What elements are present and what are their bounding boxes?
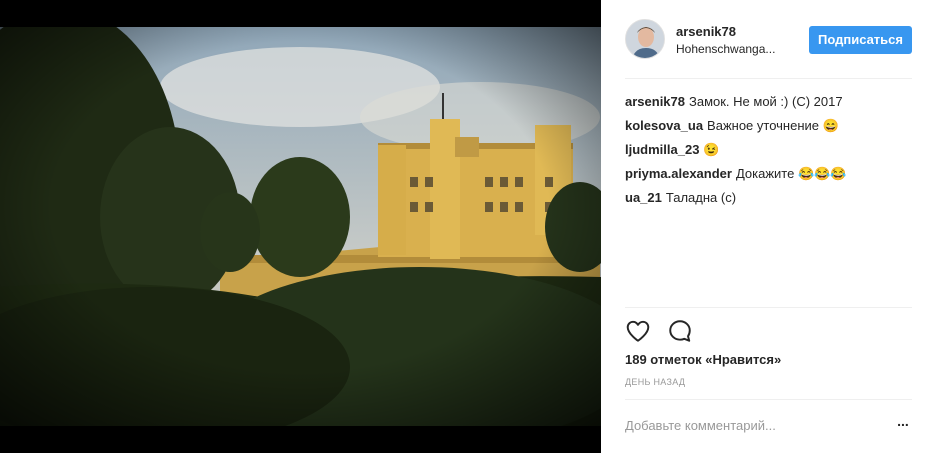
comment-text: Докажите 😂😂😂: [735, 166, 847, 181]
add-comment-input[interactable]: [625, 415, 875, 435]
divider: [625, 307, 912, 308]
post-details-panel: arsenik78 Hohenschwanga... Подписаться a…: [601, 0, 936, 453]
post-location[interactable]: Hohenschwanga...: [676, 42, 775, 56]
divider: [625, 78, 912, 79]
more-options-icon[interactable]: ...: [894, 414, 912, 432]
comment-item: kolesova_ua Важное уточнение 😄: [625, 117, 915, 141]
post-author-username[interactable]: arsenik78: [676, 24, 736, 39]
comment-text: Важное уточнение 😄: [707, 118, 839, 133]
comment-text: Замок. Не мой :) (С) 2017: [689, 94, 843, 109]
comments-list: arsenik78 Замок. Не мой :) (С) 2017 koles…: [625, 93, 915, 213]
comment-text: 😉: [703, 142, 720, 157]
photo-viewer: [0, 0, 601, 453]
heart-icon[interactable]: [625, 318, 651, 344]
comment-text: Таладна (с): [665, 190, 737, 205]
post-photo[interactable]: [0, 27, 601, 426]
likes-count[interactable]: 189 отметок «Нравится»: [625, 352, 781, 367]
avatar[interactable]: [625, 19, 665, 59]
comment-item: arsenik78 Замок. Не мой :) (С) 2017: [625, 93, 915, 117]
post-timestamp[interactable]: ДЕНЬ НАЗАД: [625, 377, 685, 387]
divider: [625, 399, 912, 400]
follow-button[interactable]: Подписаться: [809, 26, 912, 54]
comment-item: ua_21 Таладна (с): [625, 189, 915, 213]
comment-author[interactable]: ljudmilla_23: [625, 142, 699, 157]
post-header: arsenik78 Hohenschwanga... Подписаться: [601, 0, 936, 78]
comment-author[interactable]: arsenik78: [625, 94, 685, 109]
comment-bubble-icon[interactable]: [667, 318, 693, 344]
comment-author[interactable]: priyma.alexander: [625, 166, 732, 181]
comment-item: ljudmilla_23 😉: [625, 141, 915, 165]
comment-author[interactable]: kolesova_ua: [625, 118, 703, 133]
comment-author[interactable]: ua_21: [625, 190, 662, 205]
comment-item: priyma.alexander Докажите 😂😂😂: [625, 165, 915, 189]
